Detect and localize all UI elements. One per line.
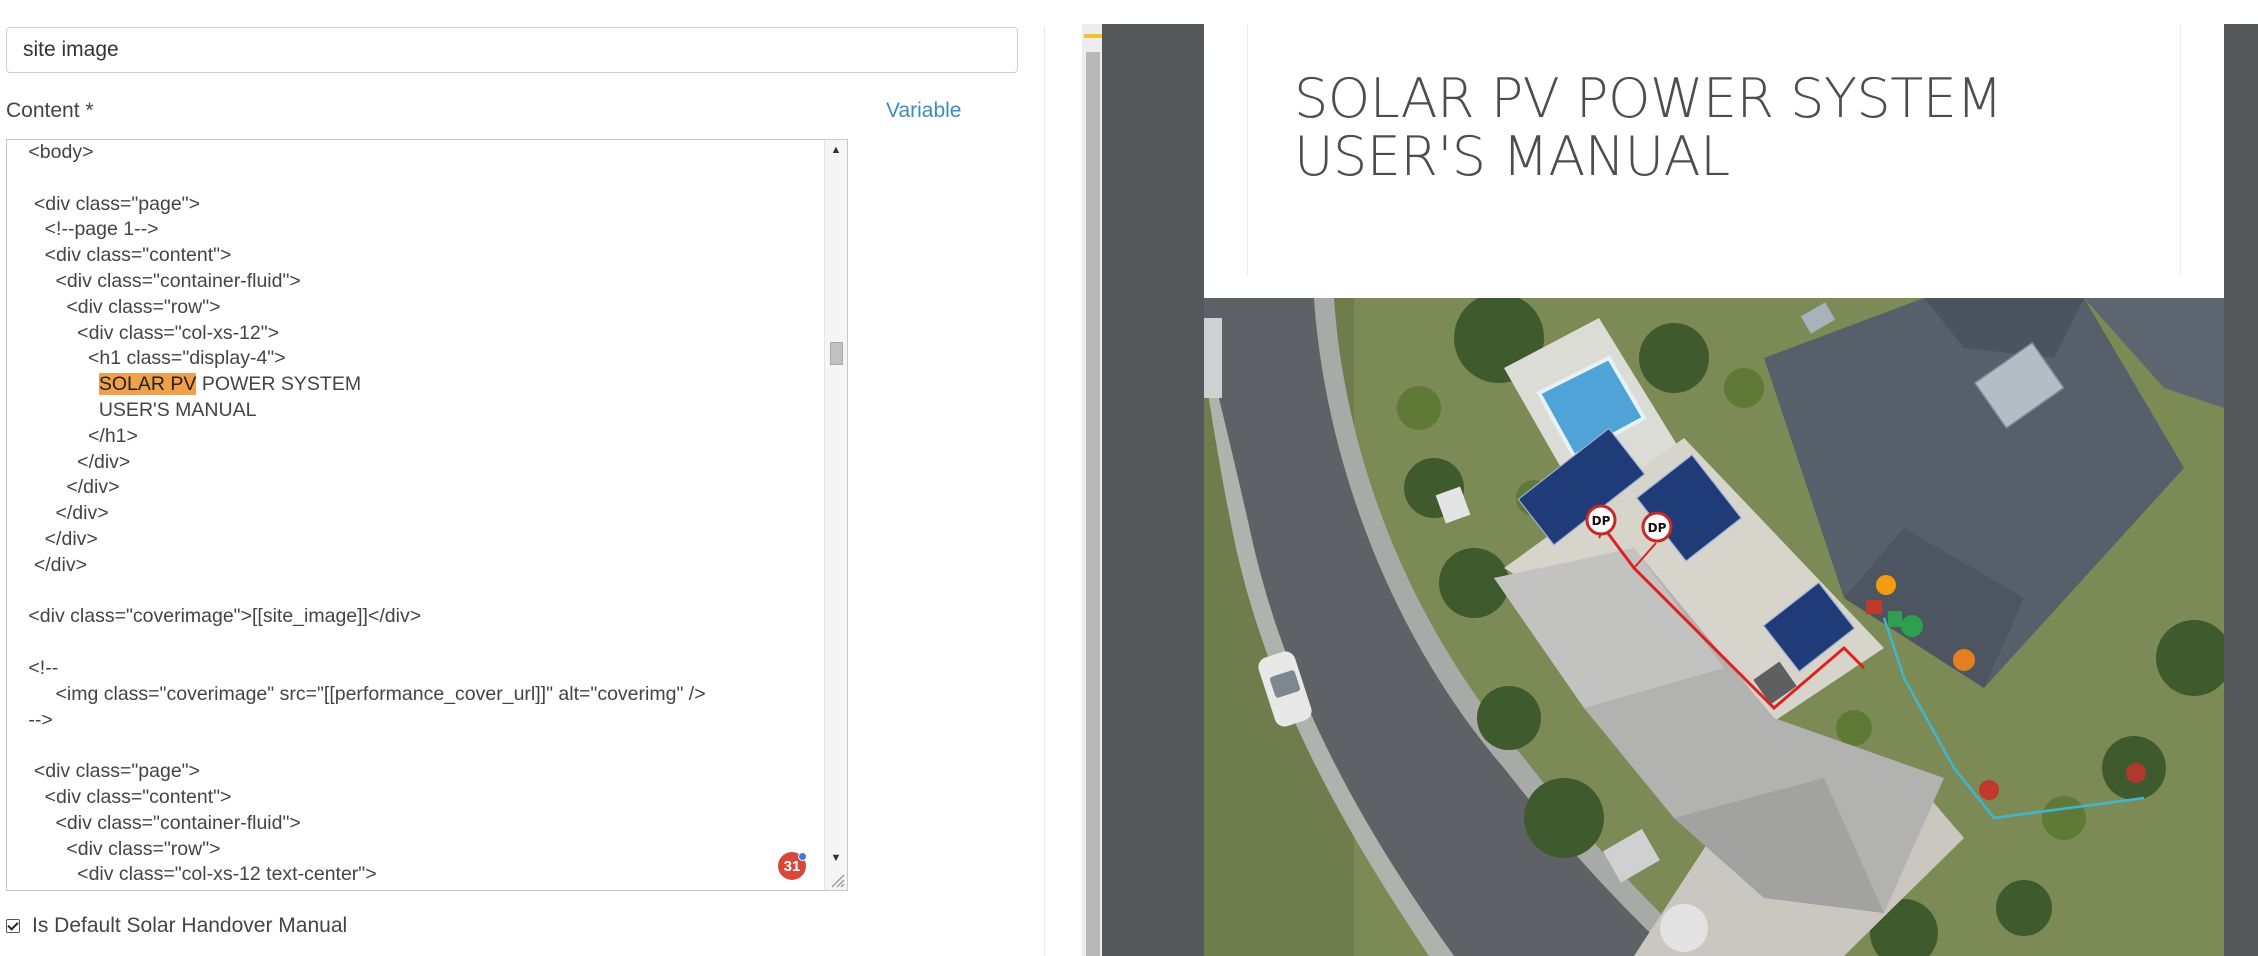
pit-icon (2126, 763, 2146, 783)
manual-title-line1: SOLAR PV POWER SYSTEM (1294, 67, 2003, 130)
code-line[interactable]: </div> (23, 553, 825, 579)
scroll-up-arrow-icon[interactable]: ▲ (825, 144, 847, 156)
code-line[interactable]: <div class="content"> (23, 785, 825, 811)
code-text: USER'S MANUAL (23, 398, 257, 421)
code-text: </div> (23, 450, 131, 473)
code-text: <h1 class="display-4"> (23, 347, 286, 370)
resize-grip-icon[interactable] (829, 872, 845, 888)
search-highlight: SOLAR PV (98, 373, 197, 396)
code-text: <div class="col-xs-12 text-center"> (23, 863, 377, 886)
code-text: </div> (23, 502, 109, 525)
code-line[interactable]: <div class="content"> (23, 243, 825, 269)
scroll-thumb[interactable] (830, 342, 843, 365)
code-line[interactable]: <div class="page"> (23, 759, 825, 785)
code-line[interactable]: <!--page 1--> (23, 217, 825, 243)
code-text: <div class="coverimage">[[site_image]]</… (23, 605, 422, 628)
code-line[interactable] (23, 733, 825, 759)
code-line[interactable]: </div> (23, 501, 825, 527)
code-line[interactable]: <!-- (23, 656, 825, 682)
code-line[interactable] (23, 166, 825, 192)
grammar-check-badge[interactable]: 31 (778, 852, 807, 880)
manual-title-line2: USER'S MANUAL (1294, 125, 1730, 188)
content-label: Content * (6, 99, 94, 122)
variable-link[interactable]: Variable (886, 99, 962, 123)
preview-scroll-thumb[interactable] (1086, 52, 1100, 956)
code-text: <div class="content"> (23, 244, 232, 267)
code-text: <div class="page"> (23, 192, 200, 215)
switchboard-icon (1979, 780, 1999, 800)
badge-count: 31 (783, 857, 801, 875)
code-text: <img class="coverimage" src="[[performan… (23, 682, 706, 705)
code-line[interactable]: </div> (23, 450, 825, 476)
code-line[interactable]: <div class="col-xs-12"> (23, 321, 825, 347)
column-divider (1044, 27, 1045, 956)
code-line[interactable]: USER'S MANUAL (23, 398, 825, 424)
code-line[interactable]: <h1 class="display-4"> (23, 346, 825, 372)
code-line[interactable]: SOLAR PV POWER SYSTEM (23, 372, 825, 398)
code-line[interactable] (23, 579, 825, 605)
code-text: <div class="col-xs-12"> (23, 321, 280, 344)
umbrella (1660, 904, 1708, 952)
pdf-preview: SOLAR PV POWER SYSTEM USER'S MANUAL DP D… (1082, 24, 2258, 956)
preview-scrollbar[interactable] (1082, 24, 1102, 956)
code-text: <div class="container-fluid"> (23, 811, 301, 834)
dp-marker-text: DP (1592, 514, 1611, 528)
code-text: </div> (23, 476, 120, 499)
code-text: <!--page 1--> (23, 218, 159, 241)
code-text: <div class="content"> (23, 785, 232, 808)
code-text: <body> (23, 141, 94, 163)
template-form: Content * Variable <body> <div class="pa… (0, 0, 1044, 956)
code-text: </h1> (23, 424, 138, 447)
code-text: </div> (23, 553, 87, 576)
code-line[interactable]: <div class="container-fluid"> (23, 811, 825, 837)
code-line[interactable]: </h1> (23, 424, 825, 450)
scroll-down-arrow-icon[interactable]: ▼ (825, 852, 847, 864)
code-text: <!-- (23, 656, 59, 679)
code-line[interactable] (23, 630, 825, 656)
code-line[interactable]: <div class="page"> (23, 192, 825, 218)
code-line[interactable]: <div class="row"> (23, 837, 825, 863)
code-line[interactable]: <div class="row"> (23, 295, 825, 321)
vehicle-edge (1204, 318, 1222, 398)
content-editor[interactable]: <body> <div class="page"> <!--page 1--> … (6, 139, 848, 891)
inverter-icon (1866, 600, 1882, 614)
code-text: POWER SYSTEM (196, 373, 362, 396)
isolator-icon (1953, 649, 1975, 671)
page-edge (2180, 24, 2181, 276)
code-text: </div> (23, 527, 98, 550)
default-manual-row[interactable]: Is Default Solar Handover Manual (6, 913, 347, 939)
badge-dot-icon (798, 852, 807, 861)
dp-marker-1: DP (1585, 504, 1617, 536)
code-text: <div class="page"> (23, 760, 200, 783)
code-line[interactable]: </div> (23, 475, 825, 501)
editor-scrollbar[interactable]: ▲ ▼ (824, 140, 847, 890)
code-text: --> (23, 708, 53, 731)
code-line[interactable]: --> (23, 708, 825, 734)
name-input[interactable] (6, 27, 1018, 73)
battery-icon (1901, 615, 1923, 637)
code-line[interactable]: <div class="coverimage">[[site_image]]</… (23, 604, 825, 630)
code-text: <div class="row"> (23, 837, 221, 860)
preview-scroll-accent (1084, 34, 1102, 38)
dp-marker-2: DP (1641, 511, 1673, 543)
preview-page: SOLAR PV POWER SYSTEM USER'S MANUAL DP D… (1204, 24, 2224, 956)
code-line[interactable]: <div class="container-fluid"> (23, 269, 825, 295)
code-line[interactable]: <div class="col-xs-12 text-center"> (23, 862, 825, 888)
dp-marker-text: DP (1648, 521, 1667, 535)
code-line[interactable]: <img class="coverimage" src="[[performan… (23, 682, 825, 708)
code-area[interactable]: <body> <div class="page"> <!--page 1--> … (7, 140, 825, 890)
default-manual-checkbox[interactable] (6, 919, 20, 933)
switch-icon (1888, 611, 1902, 627)
cover-site-image: DP DP (1204, 298, 2224, 956)
meter-icon (1876, 575, 1896, 595)
manual-title: SOLAR PV POWER SYSTEM USER'S MANUAL (1294, 67, 2003, 188)
code-text: <div class="row"> (23, 295, 221, 318)
default-manual-label: Is Default Solar Handover Manual (32, 914, 348, 937)
code-line[interactable]: </div> (23, 527, 825, 553)
code-line[interactable]: <body> (23, 140, 825, 166)
page-edge (1247, 24, 1248, 276)
code-text: <div class="container-fluid"> (23, 269, 301, 292)
